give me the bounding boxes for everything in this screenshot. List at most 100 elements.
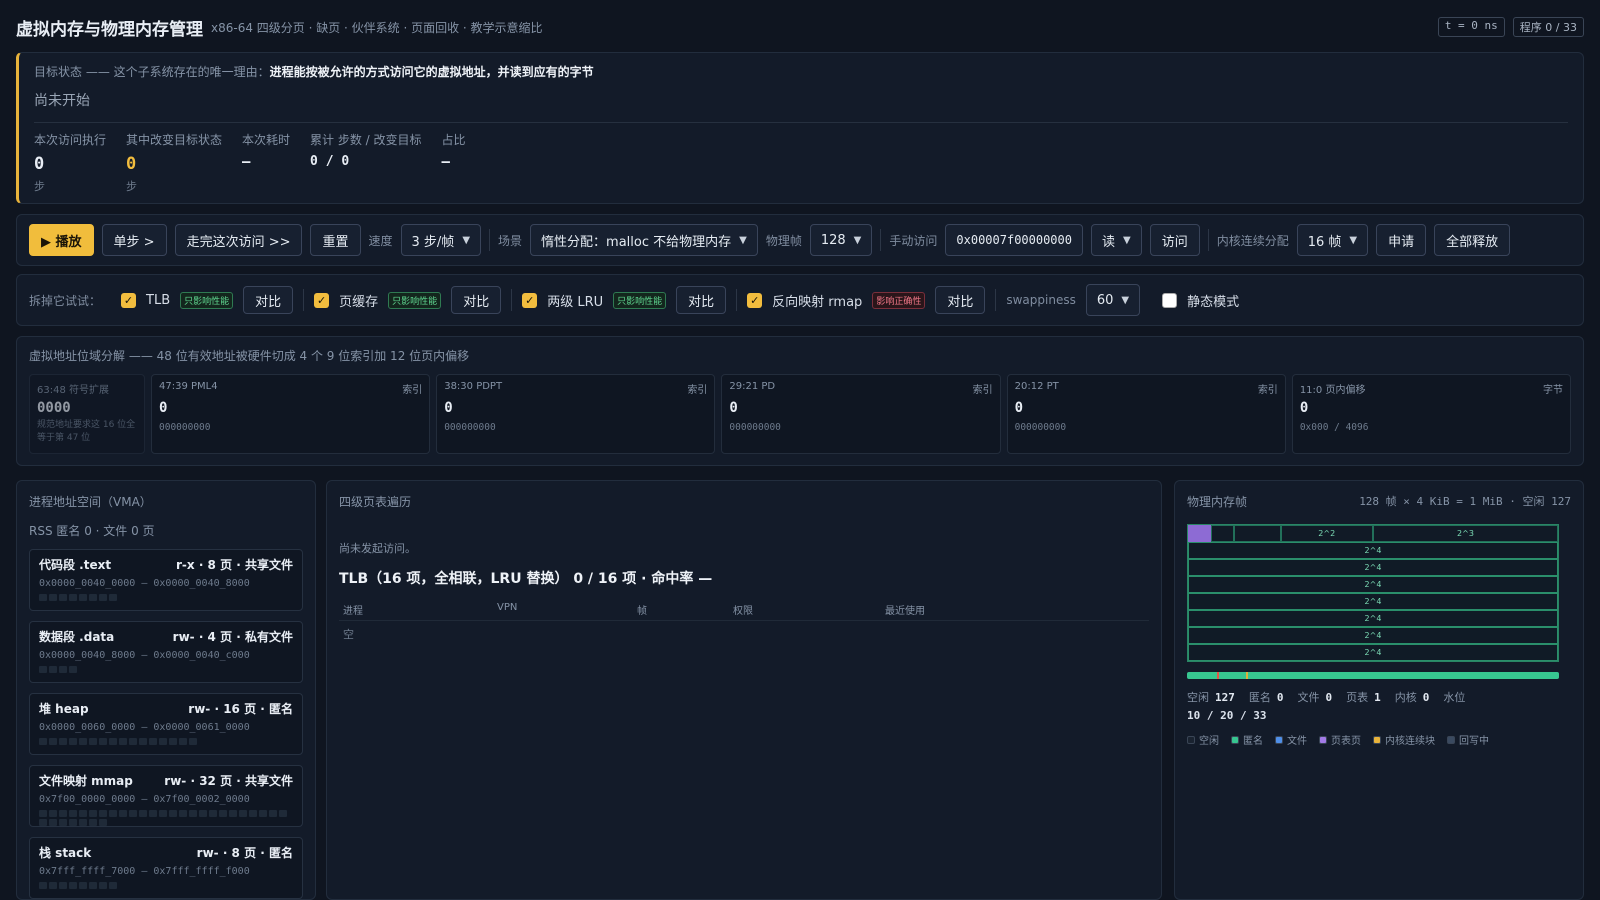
stat-cumulative: 累计 步数 / 改变目标 0 / 0 (310, 133, 422, 169)
tlb-checkbox[interactable]: ✓ (121, 292, 137, 308)
buddy-block[interactable]: 2^4 (1188, 610, 1558, 627)
col-process: 进程 (343, 606, 363, 617)
compare-tlb-button[interactable]: 对比 (243, 286, 294, 314)
page-title: 虚拟内存与物理内存管理 (16, 19, 203, 40)
vma-item[interactable]: 堆 heap rw- · 16 页 · 匿名 0x0000_0060_0000 –… (29, 693, 303, 755)
access-mode-select[interactable]: 读 ▼ (1090, 224, 1142, 256)
reset-button[interactable]: 重置 (310, 224, 361, 256)
speed-label: 速度 (368, 233, 393, 248)
vma-perm: r-x · 8 页 · 共享文件 (176, 558, 293, 572)
offset-field: 11:0 页内偏移 字节 0 0x000 / 4096 (1291, 374, 1572, 454)
chevron-down-icon: ▼ (1121, 294, 1130, 306)
vma-item[interactable]: 文件映射 mmap rw- · 32 页 · 共享文件 0x7f00_0000_0… (29, 765, 303, 827)
col-last-used: 最近使用 (885, 606, 925, 617)
step-button[interactable]: 单步 > (101, 224, 167, 256)
rmap-checkbox[interactable]: ✓ (747, 292, 763, 308)
control-bar: ▶ 播放 单步 > 走完这次访问 >> 重置 速度 3 步/帧 ▼ 场景 惰性分配… (16, 214, 1584, 266)
vma-name: 栈 stack (39, 846, 92, 860)
buddy-block[interactable]: 2^4 (1188, 644, 1558, 661)
vma-range: 0x0000_0060_0000 – 0x0000_0061_0000 (39, 722, 250, 733)
buddy-block[interactable]: 2^4 (1188, 576, 1558, 593)
kernel-alloc-select[interactable]: 16 帧 ▼ (1296, 224, 1369, 256)
pml4-field: 47:39 PML4 索引 0 000000000 (151, 374, 431, 454)
frame-cell[interactable]: 2^3 (1373, 525, 1558, 542)
address-input[interactable]: 0x00007f00000000 (945, 224, 1083, 256)
compare-pagecache-button[interactable]: 对比 (451, 286, 502, 314)
vma-item[interactable]: 栈 stack rw- · 8 页 · 匿名 0x7fff_ffff_7000 –… (29, 837, 303, 899)
vma-name: 文件映射 mmap (39, 774, 133, 788)
access-button[interactable]: 访问 (1149, 224, 1200, 256)
stat-time: 本次耗时 — (242, 133, 291, 170)
pt-field: 20:12 PT 索引 0 000000000 (1006, 374, 1286, 454)
frame-cell[interactable]: 2^2 (1280, 525, 1373, 542)
vma-item[interactable]: 数据段 .data rw- · 4 页 · 私有文件 0x0000_0040_80… (29, 621, 303, 683)
compare-lru-button[interactable]: 对比 (676, 286, 727, 314)
count-item: 文件 0 (1297, 691, 1333, 704)
buddy-block[interactable]: 2^4 (1188, 627, 1558, 644)
vma-pages (39, 882, 294, 889)
address-decomposition: 虚拟地址位域分解 —— 48 位有效地址被硬件切成 4 个 9 位索引加 12 … (16, 336, 1584, 466)
physical-memory-panel: 物理内存帧 128 帧 × 4 KiB = 1 MiB · 空闲 127 2^2… (1174, 480, 1584, 900)
swappiness-label: swappiness (1006, 293, 1076, 307)
frame-cell[interactable] (1188, 525, 1212, 542)
pdpt-field: 38:30 PDPT 索引 0 000000000 (436, 374, 716, 454)
vma-name: 代码段 .text (39, 558, 112, 572)
manual-access-label: 手动访问 (889, 233, 938, 248)
vma-range: 0x7f00_0000_0000 – 0x7f00_0002_0000 (39, 794, 250, 805)
program-pill: 程序 0 / 33 (1512, 17, 1584, 37)
pagecache-checkbox[interactable]: ✓ (314, 292, 330, 308)
vma-range: 0x7fff_ffff_7000 – 0x7fff_ffff_f000 (39, 866, 250, 877)
vma-pages (39, 594, 294, 601)
swappiness-select[interactable]: 60 ▼ (1085, 284, 1141, 316)
pd-field: 29:21 PD 索引 0 000000000 (721, 374, 1001, 454)
compare-rmap-button[interactable]: 对比 (935, 286, 986, 314)
lru-checkbox[interactable]: ✓ (522, 292, 538, 308)
chevron-down-icon: ▼ (1123, 234, 1131, 246)
perf-badge: 只影响性能 (180, 291, 234, 309)
stat-ratio: 占比 — (441, 133, 466, 170)
watermark-label: 水位 (1443, 691, 1466, 704)
count-item: 空闲 127 (1187, 691, 1235, 704)
lru-label: 两级 LRU (547, 294, 604, 310)
scene-select[interactable]: 惰性分配：malloc 不给物理内存 ▼ (530, 224, 758, 256)
vma-range: 0x0000_0040_8000 – 0x0000_0040_c000 (39, 650, 250, 661)
chevron-down-icon: ▼ (1349, 234, 1358, 246)
kernel-alloc-label: 内核连续分配 (1216, 233, 1289, 248)
count-item: 内核 0 (1394, 691, 1430, 704)
apply-button[interactable]: 申请 (1376, 224, 1427, 256)
legend: 空闲 匿名 文件 页表页 内核连续块 回写中 (1187, 732, 1571, 747)
perf-badge: 只影响性能 (388, 291, 442, 309)
col-frame: 帧 (637, 606, 647, 617)
tlb-empty: 空 (343, 628, 354, 641)
page-subtitle: x86-64 四级分页 · 缺页 · 伙伴系统 · 页面回收 · 教学示意缩比 (211, 20, 543, 35)
rss-summary: RSS 匿名 0 · 文件 0 页 (29, 524, 155, 538)
vma-range: 0x0000_0040_0000 – 0x0000_0040_8000 (39, 578, 250, 589)
legend-item: 内核连续块 (1373, 732, 1435, 747)
vma-panel: 进程地址空间（VMA） RSS 匿名 0 · 文件 0 页 代码段 .text r… (16, 480, 316, 900)
play-button[interactable]: ▶ 播放 (29, 224, 94, 256)
frame-cell[interactable] (1234, 525, 1281, 542)
count-item: 页表 1 (1346, 691, 1381, 704)
buddy-block[interactable]: 2^4 (1188, 542, 1558, 559)
vma-title: 进程地址空间（VMA） (29, 495, 152, 509)
ablation-bar: 拆掉它试试： ✓ TLB 只影响性能 对比 ✓ 页缓存 只影响性能 对比 ✓ 两… (16, 274, 1584, 326)
ablation-label: 拆掉它试试： (29, 293, 102, 308)
static-mode-checkbox[interactable]: ✓ (1162, 292, 1178, 308)
buddy-block[interactable]: 2^4 (1188, 593, 1558, 610)
buddy-block[interactable]: 2^4 (1188, 559, 1558, 576)
frames-select[interactable]: 128 ▼ (809, 224, 873, 256)
legend-item: 回写中 (1447, 732, 1489, 747)
speed-select[interactable]: 3 步/帧 ▼ (400, 224, 482, 256)
frame-cell[interactable] (1211, 525, 1235, 542)
vma-item[interactable]: 代码段 .text r-x · 8 页 · 共享文件 0x0000_0040_00… (29, 549, 303, 611)
frame-counts: 空闲 127 匿名 0 文件 0 页表 1 内核 0 水位 (1187, 689, 1567, 705)
free-all-button[interactable]: 全部释放 (1434, 224, 1511, 256)
finish-access-button[interactable]: 走完这次访问 >> (174, 224, 303, 256)
vma-pages (39, 738, 294, 745)
vma-perm: rw- · 8 页 · 匿名 (196, 846, 293, 860)
vma-pages (39, 666, 294, 673)
vma-perm: rw- · 4 页 · 私有文件 (172, 630, 293, 644)
phys-title: 物理内存帧 (1187, 495, 1248, 509)
chevron-down-icon: ▼ (462, 234, 471, 246)
vma-perm: rw- · 16 页 · 匿名 (188, 702, 293, 716)
